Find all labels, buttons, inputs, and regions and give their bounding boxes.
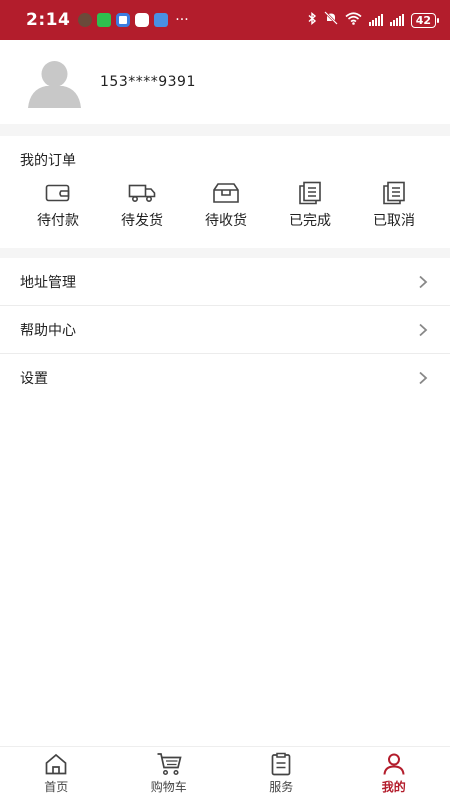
orders-title: 我的订单 — [20, 153, 76, 169]
order-pending-shipment[interactable]: 待发货 — [100, 180, 184, 230]
clipboard-icon — [268, 752, 294, 776]
order-pending-payment[interactable]: 待付款 — [16, 180, 100, 230]
section-divider — [0, 248, 450, 258]
menu-item-settings[interactable]: 设置 — [0, 354, 450, 402]
tab-label: 我的 — [381, 780, 406, 794]
order-completed[interactable]: 已完成 — [268, 180, 352, 230]
profile-header[interactable]: 153****9391 — [0, 40, 450, 124]
documents-icon — [296, 180, 324, 206]
tab-mine[interactable]: 我的 — [338, 747, 450, 800]
menu-item-label: 帮助中心 — [20, 322, 76, 339]
user-phone: 153****9391 — [100, 74, 196, 90]
order-label: 已完成 — [289, 213, 331, 229]
status-indicators: 42 — [308, 11, 440, 29]
tab-cart[interactable]: 购物车 — [113, 747, 226, 800]
order-label: 待发货 — [121, 213, 163, 229]
truck-icon — [128, 180, 156, 206]
order-label: 已取消 — [373, 213, 415, 229]
documents-icon — [380, 180, 408, 206]
order-pending-receipt[interactable]: 待收货 — [184, 180, 268, 230]
order-label: 待付款 — [37, 213, 79, 229]
notification-icons: ··· — [78, 12, 189, 28]
tab-service[interactable]: 服务 — [225, 747, 338, 800]
tab-label: 服务 — [269, 780, 294, 794]
app-notification-icon — [154, 13, 169, 27]
more-notifications-icon: ··· — [175, 12, 189, 28]
order-label: 待收货 — [205, 213, 247, 229]
settings-menu: 地址管理 帮助中心 设置 — [0, 258, 450, 402]
package-icon — [212, 180, 240, 206]
menu-item-address[interactable]: 地址管理 — [0, 258, 450, 306]
bottom-nav: 首页 购物车 服务 我的 — [0, 746, 450, 800]
tab-label: 首页 — [44, 780, 69, 794]
app-notification-icon — [116, 13, 131, 27]
signal-icon — [389, 14, 404, 26]
wallet-icon — [44, 180, 72, 206]
mute-icon — [323, 11, 338, 29]
cart-icon — [156, 752, 182, 776]
battery-indicator: 42 — [410, 12, 440, 28]
user-icon — [381, 752, 407, 776]
tab-home[interactable]: 首页 — [0, 747, 113, 800]
wifi-icon — [345, 11, 362, 29]
message-notification-icon — [135, 13, 150, 27]
status-bar: 2:14 ··· 42 — [0, 0, 450, 40]
bluetooth-icon — [308, 11, 317, 29]
section-divider — [0, 124, 450, 136]
order-status-row: 待付款 待发货 待收货 已完成 已取消 — [0, 180, 450, 230]
order-cancelled[interactable]: 已取消 — [352, 180, 436, 230]
wechat-notification-icon — [97, 13, 112, 27]
my-orders-section: 我的订单 待付款 待发货 待收货 已完成 已取消 — [0, 136, 450, 248]
chevron-right-icon — [416, 323, 430, 337]
signal-icon — [368, 14, 383, 26]
chevron-right-icon — [416, 275, 430, 289]
app-notification-icon — [78, 13, 93, 27]
avatar[interactable] — [26, 58, 83, 108]
menu-item-label: 设置 — [20, 371, 48, 387]
user-silhouette-icon — [28, 61, 81, 108]
chevron-right-icon — [416, 371, 430, 385]
tab-label: 购物车 — [150, 780, 187, 794]
menu-item-label: 地址管理 — [20, 274, 76, 291]
menu-item-help[interactable]: 帮助中心 — [0, 306, 450, 354]
status-time: 2:14 — [26, 10, 71, 30]
home-icon — [43, 752, 69, 776]
